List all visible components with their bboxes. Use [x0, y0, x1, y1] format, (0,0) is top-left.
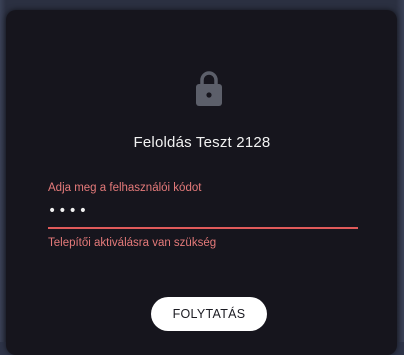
lock-icon — [193, 68, 225, 108]
error-message: Telepítői aktiválásra van szükség — [48, 237, 217, 249]
user-code-input[interactable] — [48, 198, 358, 224]
continue-button[interactable]: FOLYTATÁS — [151, 297, 267, 331]
dialog-title: Feloldás Teszt 2128 — [133, 134, 271, 151]
user-code-underline — [48, 227, 358, 229]
user-code-label: Adja meg a felhasználói kódot — [48, 182, 202, 194]
